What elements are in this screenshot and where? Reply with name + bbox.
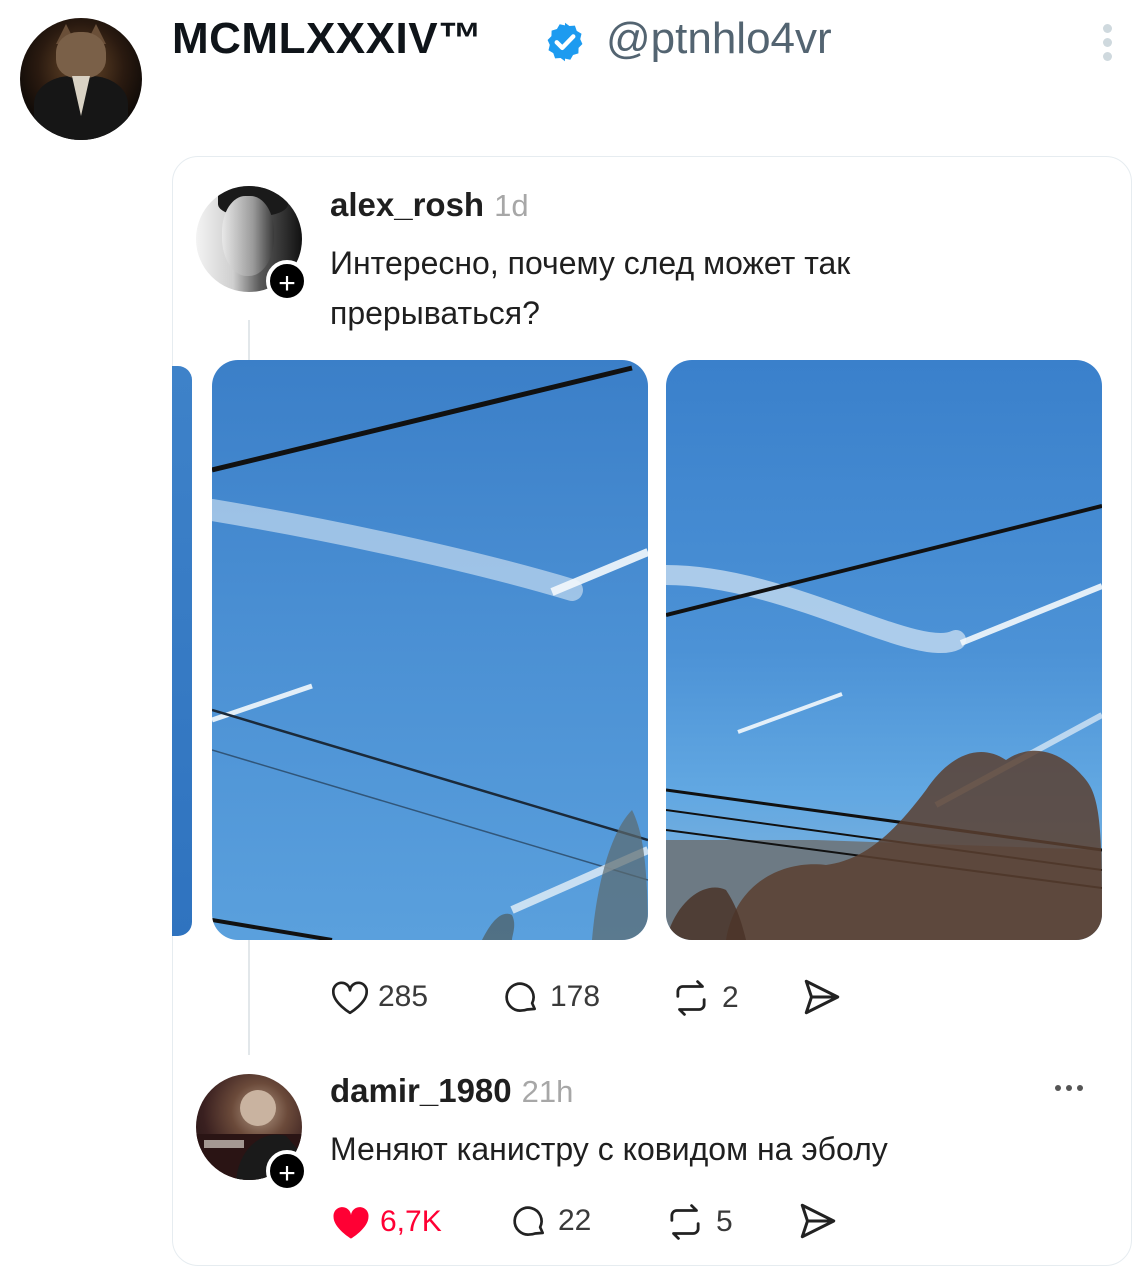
- reply-username[interactable]: damir_1980 21h: [330, 1072, 573, 1110]
- author-avatar[interactable]: [20, 18, 142, 140]
- reply-text: Меняют канистру с ковидом на эболу: [330, 1131, 888, 1167]
- reply-repost-action[interactable]: 5: [662, 1202, 733, 1242]
- reply-repost-count: 5: [716, 1205, 733, 1238]
- comment-icon: [513, 1206, 545, 1236]
- post-text: Интересно, почему след может так прерыва…: [330, 245, 851, 331]
- heart-icon: [331, 981, 369, 1015]
- share-icon[interactable]: [796, 1200, 840, 1242]
- reply-username-text[interactable]: damir_1980: [330, 1072, 512, 1109]
- follow-plus-icon[interactable]: +: [266, 260, 308, 302]
- heart-icon: [333, 1207, 369, 1239]
- like-action[interactable]: 285: [330, 978, 428, 1016]
- reply-reply-count: 22: [558, 1204, 592, 1237]
- post-time: 1d: [494, 188, 529, 223]
- poster-username[interactable]: alex_rosh 1d: [330, 186, 529, 224]
- repost-action[interactable]: 2: [668, 978, 739, 1018]
- comment-icon: [505, 982, 537, 1012]
- poster-username-text[interactable]: alex_rosh: [330, 186, 484, 223]
- reply-time: 21h: [521, 1074, 574, 1109]
- share-icon[interactable]: [800, 976, 844, 1018]
- reply-like-action[interactable]: 6,7K: [330, 1202, 442, 1242]
- previous-photo-peek[interactable]: [172, 366, 192, 936]
- more-horizontal-icon[interactable]: [1055, 1078, 1095, 1102]
- author-handle[interactable]: @ptnhlo4vr: [606, 14, 832, 64]
- author-display-name[interactable]: MCMLXXXIV™: [172, 14, 483, 64]
- photo-contrails-2[interactable]: [666, 360, 1102, 940]
- repost-count: 2: [722, 981, 739, 1014]
- reply-like-count: 6,7K: [380, 1205, 442, 1238]
- repost-icon: [670, 1204, 700, 1240]
- repost-icon: [676, 980, 706, 1016]
- like-count: 285: [378, 980, 429, 1013]
- follow-plus-icon[interactable]: +: [266, 1150, 308, 1192]
- reply-action[interactable]: 178: [502, 978, 600, 1016]
- reply-count: 178: [550, 980, 601, 1013]
- more-vertical-icon[interactable]: [1100, 24, 1114, 66]
- verified-badge-icon: [547, 22, 583, 62]
- reply-reply-action[interactable]: 22: [510, 1202, 591, 1240]
- photo-contrails-1[interactable]: [212, 360, 648, 940]
